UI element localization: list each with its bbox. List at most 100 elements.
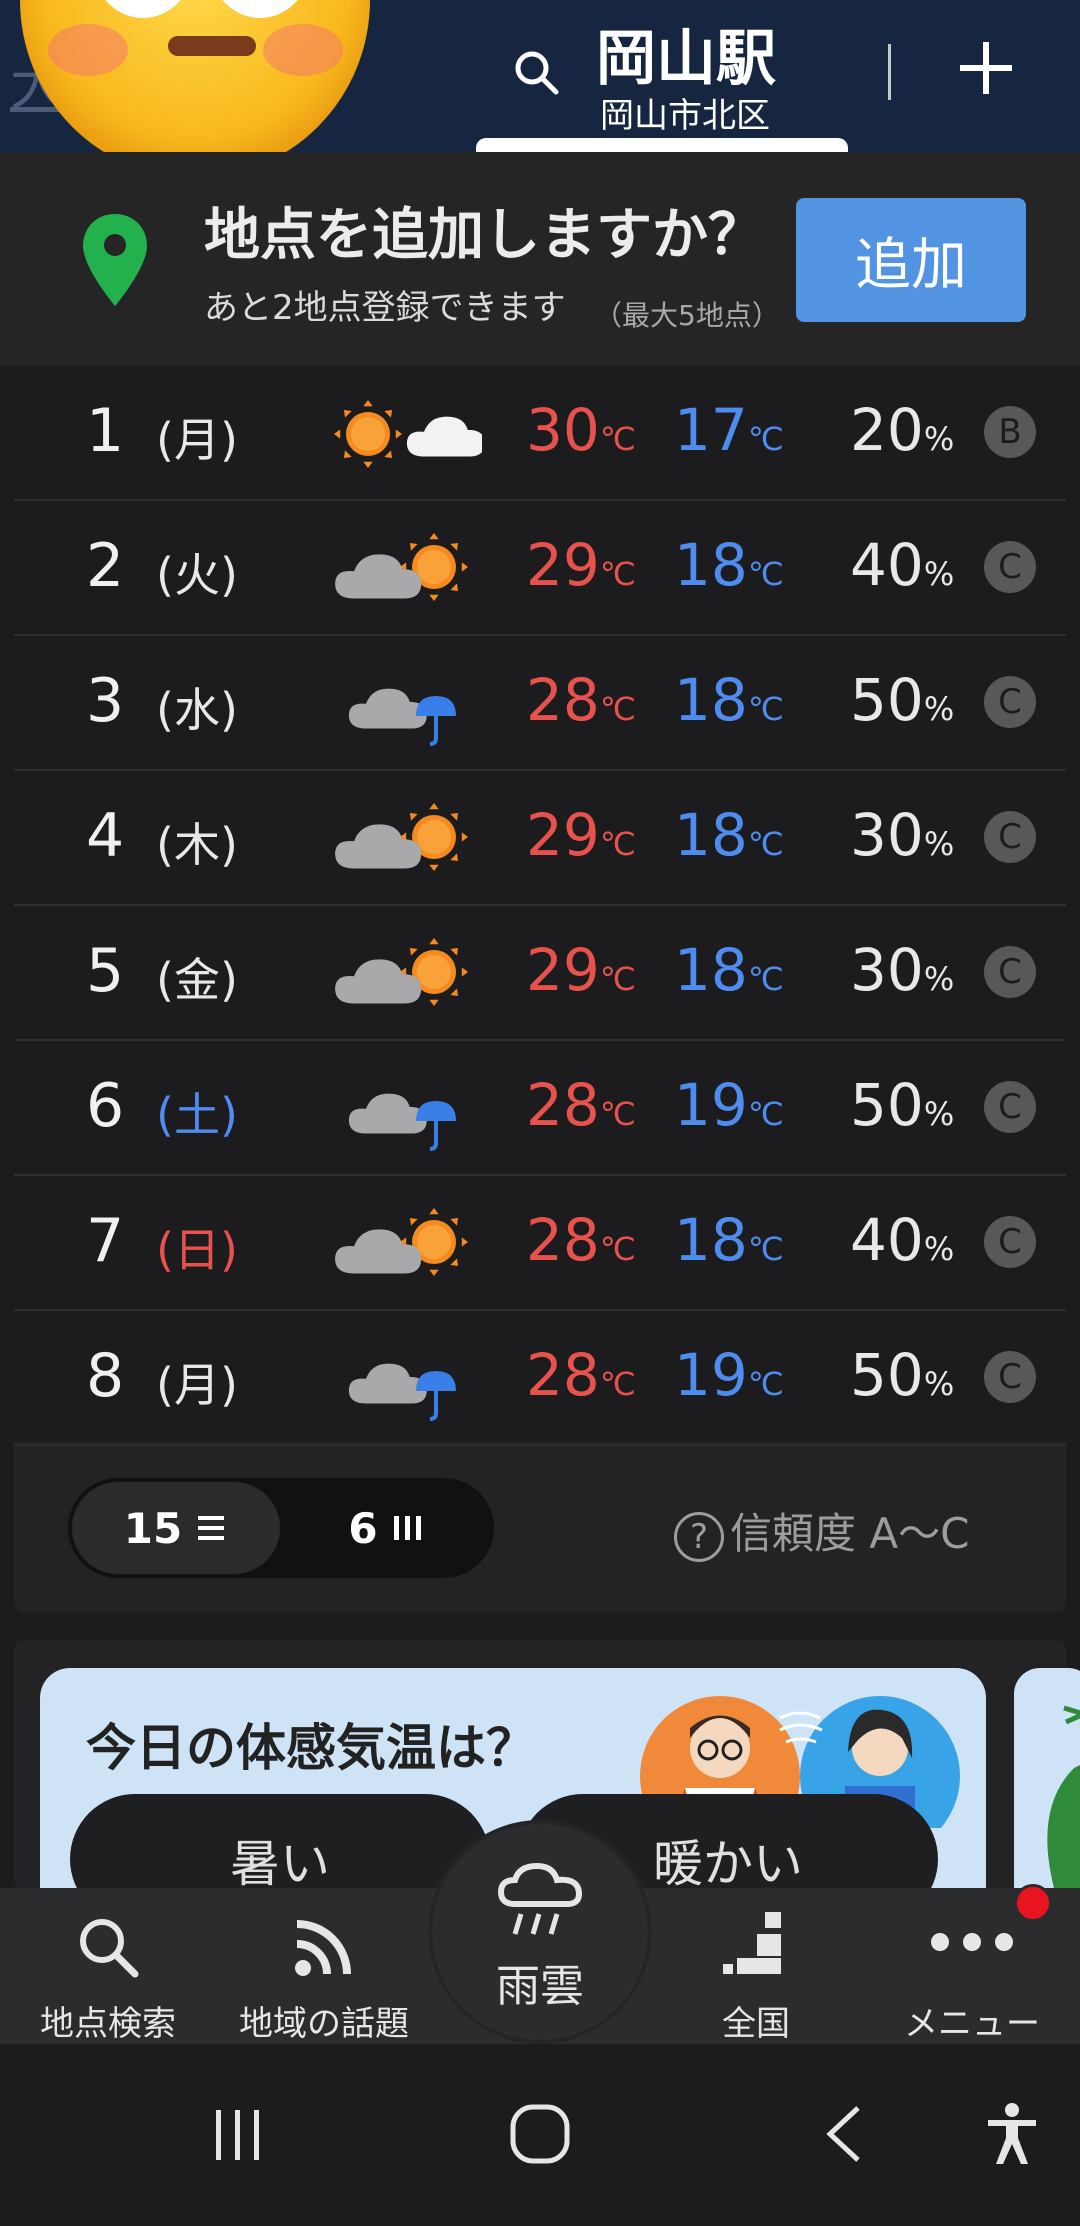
forecast-precip-chance: 20% [850, 396, 955, 464]
reliability-info[interactable]: ? 信頼度 A〜C [674, 1500, 969, 1562]
forecast-row[interactable]: 3 (水) 28℃ 18℃ 50% C [14, 636, 1066, 771]
system-nav-bar [0, 2044, 1080, 2226]
toggle-15-label: 15 [123, 1503, 183, 1553]
forecast-high-temp: 30℃ [526, 396, 636, 464]
forecast-precip-chance: 50% [850, 1341, 955, 1409]
forecast-low-temp: 17℃ [674, 396, 784, 464]
list-icon [198, 1516, 225, 1540]
location-subtitle: 岡山市北区 [600, 96, 770, 136]
forecast-reliability-grade: B [984, 406, 1036, 458]
banner-title: 地点を追加しますか？ [204, 203, 764, 268]
nav-rain-cloud-button[interactable]: 雨雲 [432, 1824, 648, 2040]
reliability-label: 信頼度 A〜C [730, 1509, 970, 1558]
recent-apps-icon[interactable] [208, 2106, 268, 2166]
nav-nation[interactable]: 全国 [648, 1888, 864, 2044]
cloud-umbrella-icon [348, 1093, 456, 1151]
location-pin-icon [83, 214, 147, 306]
sun-cloud-icon [334, 400, 482, 468]
forecast-weekday: (火) [156, 548, 238, 602]
add-location-banner: 地点を追加しますか？ あと2地点登録できます （最大5地点） 追加 [0, 152, 1080, 366]
feed-icon [295, 1920, 351, 1976]
forecast-day: 5 [86, 936, 125, 1006]
forecast-row[interactable]: 5 (金) 29℃ 18℃ 30% C [14, 906, 1066, 1041]
forecast-precip-chance: 50% [850, 1071, 955, 1139]
forecast-row[interactable]: 4 (木) 29℃ 18℃ 30% C [14, 771, 1066, 906]
forecast-day: 4 [86, 801, 125, 871]
forecast-high-temp: 28℃ [526, 666, 636, 734]
add-button[interactable]: 追加 [796, 198, 1026, 322]
nav-topics-label: 地域の話題 [239, 2004, 409, 2044]
forecast-low-temp: 18℃ [674, 666, 784, 734]
forecast-reliability-grade: C [984, 1216, 1036, 1268]
nav-search[interactable]: 地点検索 [0, 1888, 216, 2044]
cloud-umbrella-icon [348, 1363, 456, 1421]
banner-subtitle: あと2地点登録できます [204, 288, 566, 328]
forecast-low-temp: 18℃ [674, 531, 784, 599]
forecast-reliability-grade: C [984, 1081, 1036, 1133]
forecast-row[interactable]: 1 (月) 30℃ 17℃ 20% B [14, 366, 1066, 501]
forecast-low-temp: 19℃ [674, 1341, 784, 1409]
forecast-high-temp: 28℃ [526, 1071, 636, 1139]
forecast-precip-chance: 30% [850, 801, 955, 869]
forecast-high-temp: 29℃ [526, 801, 636, 869]
forecast-reliability-grade: C [984, 1351, 1036, 1403]
forecast-day: 7 [86, 1206, 125, 1276]
forecast-row[interactable]: 6 (土) 28℃ 19℃ 50% C [14, 1041, 1066, 1176]
toggle-15-day[interactable]: 15 [72, 1482, 280, 1574]
toggle-6-day[interactable]: 6 [282, 1482, 490, 1574]
search-icon[interactable] [512, 48, 562, 98]
forecast-card: 1 (月) 30℃ 17℃ 20% B 2 (火) 29℃ 18℃ 40% C … [14, 366, 1066, 1612]
forecast-precip-chance: 40% [850, 531, 955, 599]
nav-search-label: 地点検索 [40, 2004, 176, 2044]
forecast-high-temp: 29℃ [526, 936, 636, 1004]
forecast-low-temp: 18℃ [674, 1206, 784, 1274]
forecast-low-temp: 18℃ [674, 936, 784, 1004]
nav-menu-label: メニュー [904, 2004, 1040, 2044]
nav-rain-label: 雨雲 [496, 1961, 584, 2012]
toggle-6-label: 6 [348, 1503, 378, 1553]
nav-nation-label: 全国 [722, 2004, 790, 2044]
cloud-sun-icon [335, 1208, 468, 1276]
add-location-icon[interactable] [958, 40, 1014, 96]
forecast-day: 3 [86, 666, 125, 736]
forecast-weekday: (土) [156, 1088, 238, 1142]
forecast-precip-chance: 50% [850, 666, 955, 734]
notification-badge [1014, 1884, 1052, 1922]
cloud-sun-icon [335, 533, 468, 601]
more-dots-icon [931, 1933, 1013, 1951]
forecast-row[interactable]: 2 (火) 29℃ 18℃ 40% C [14, 501, 1066, 636]
forecast-row[interactable]: 8 (月) 28℃ 19℃ 50% C [14, 1311, 1066, 1446]
help-icon: ? [674, 1511, 724, 1562]
back-icon[interactable] [820, 2102, 870, 2166]
search-icon [80, 1919, 139, 1978]
forecast-reliability-grade: C [984, 946, 1036, 998]
nav-topics[interactable]: 地域の話題 [216, 1888, 432, 2044]
forecast-reliability-grade: C [984, 676, 1036, 728]
leaf-illustration-icon [1047, 1705, 1080, 1888]
cloud-umbrella-icon [348, 688, 456, 746]
home-icon[interactable] [508, 2102, 572, 2166]
forecast-list: 1 (月) 30℃ 17℃ 20% B 2 (火) 29℃ 18℃ 40% C … [14, 366, 1066, 1446]
forecast-weekday: (日) [156, 1223, 238, 1277]
forecast-row[interactable]: 7 (日) 28℃ 18℃ 40% C [14, 1176, 1066, 1311]
columns-icon [393, 1516, 421, 1540]
forecast-reliability-grade: C [984, 541, 1036, 593]
poll-title: 今日の体感気温は？ [86, 1719, 536, 1777]
forecast-high-temp: 29℃ [526, 531, 636, 599]
forecast-weekday: (木) [156, 818, 238, 872]
period-toggle[interactable]: 15 6 [68, 1478, 494, 1578]
forecast-high-temp: 28℃ [526, 1206, 636, 1274]
forecast-low-temp: 19℃ [674, 1071, 784, 1139]
forecast-weekday: (月) [156, 1358, 238, 1412]
banner-note: （最大5地点） [594, 299, 780, 332]
accessibility-icon[interactable] [984, 2102, 1040, 2166]
location-title[interactable]: 岡山駅 [596, 10, 776, 97]
cloud-sun-icon [335, 803, 468, 871]
forecast-reliability-grade: C [984, 811, 1036, 863]
forecast-day: 2 [86, 531, 125, 601]
forecast-day: 8 [86, 1341, 125, 1411]
next-promo-card[interactable] [1014, 1668, 1080, 1918]
forecast-high-temp: 28℃ [526, 1341, 636, 1409]
forecast-low-temp: 18℃ [674, 801, 784, 869]
forecast-day: 6 [86, 1071, 125, 1141]
